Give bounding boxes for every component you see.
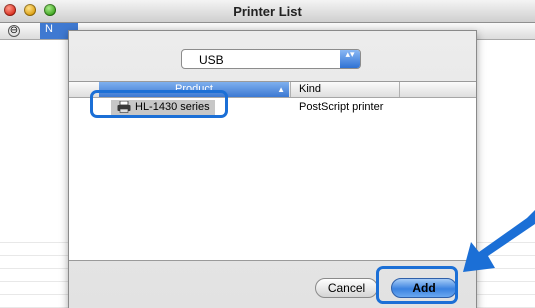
select-arrows-icon: ▴▾	[340, 50, 360, 68]
printer-row-callout	[90, 90, 228, 118]
column-header-kind[interactable]: Kind	[290, 82, 400, 97]
printer-list-window: Printer List ⊖ N USB ▴▾ Product ▲ Kind H…	[0, 0, 535, 308]
connection-type-value: USB	[199, 53, 224, 67]
add-button-callout	[376, 266, 458, 304]
printer-kind: PostScript printer	[299, 101, 384, 113]
sort-ascending-icon: ▲	[277, 85, 285, 94]
status-column-icon[interactable]: ⊖	[8, 25, 20, 37]
window-title: Printer List	[233, 4, 302, 19]
cancel-button[interactable]: Cancel	[315, 278, 378, 298]
column-label-kind: Kind	[299, 83, 322, 95]
connection-type-select[interactable]: USB ▴▾	[181, 49, 361, 69]
title-bar[interactable]: Printer List	[0, 0, 535, 23]
pointer-arrow-icon	[463, 210, 535, 272]
